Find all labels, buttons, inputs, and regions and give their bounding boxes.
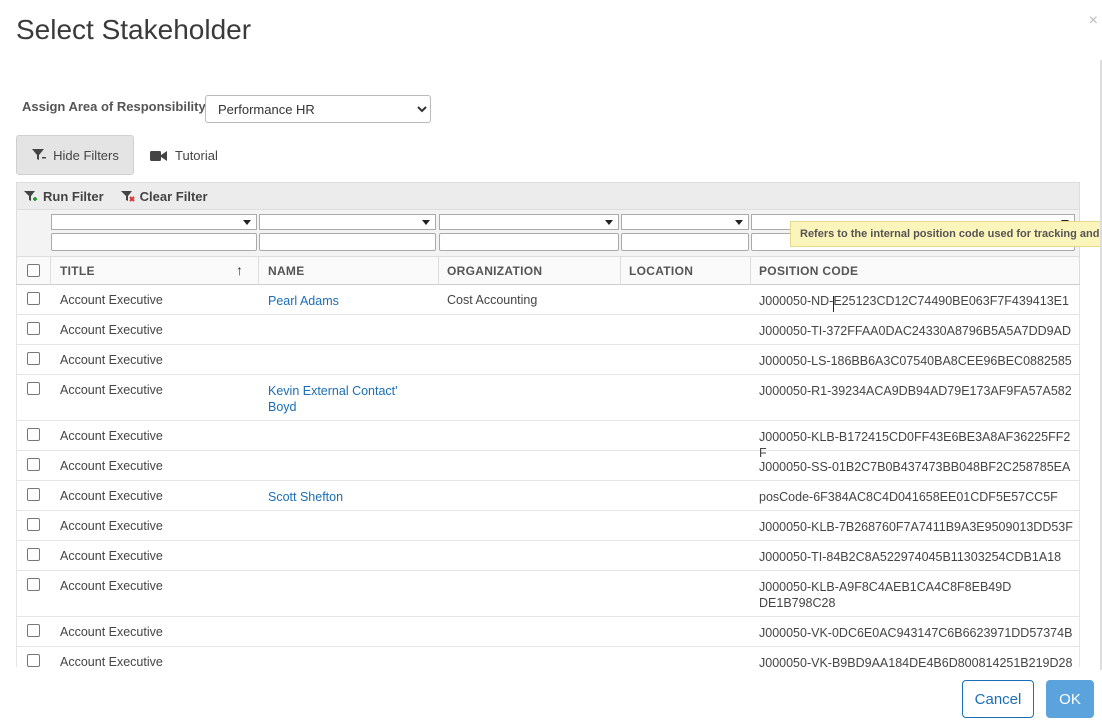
row-title: Account Executive [60,579,163,593]
row-checkbox[interactable] [27,518,40,531]
table-row[interactable]: Account Executive Scott Shefton posCode-… [17,481,1079,511]
row-name-link[interactable]: Pearl Adams [268,293,428,309]
row-checkbox[interactable] [27,488,40,501]
row-title: Account Executive [60,655,163,667]
location-filter-select[interactable] [621,214,749,230]
filter-icon [32,149,47,160]
row-position-code: J000050-VK-0DC6E0AC943147C6B6623971DD573… [759,626,1073,640]
organization-filter-select[interactable] [439,214,619,230]
row-title: Account Executive [60,383,163,397]
row-title: Account Executive [60,549,163,563]
cancel-button[interactable]: Cancel [962,680,1034,718]
table-row[interactable]: Account Executive J000050-LS-186BB6A3C07… [17,345,1079,375]
position-code-tooltip: Refers to the internal position code use… [790,221,1102,247]
row-name-link[interactable]: Scott Shefton [268,489,428,505]
row-checkbox[interactable] [27,624,40,637]
table-row[interactable]: Account Executive J000050-VK-B9BD9AA184D… [17,647,1079,667]
name-filter-input[interactable] [259,233,436,251]
column-header-location[interactable]: LOCATION [629,264,693,278]
row-position-code: J000050-R1-39234ACA9DB94AD79E173AF9FA57A… [759,384,1072,398]
row-title: Account Executive [60,459,163,473]
title-filter-select[interactable] [51,214,257,230]
table-row[interactable]: Account Executive J000050-SS-01B2C7B0B43… [17,451,1079,481]
row-checkbox[interactable] [27,548,40,561]
clear-filter-label: Clear Filter [139,188,208,204]
table-row[interactable]: Account Executive Pearl Adams Cost Accou… [17,285,1079,315]
column-header-title[interactable]: TITLE [60,264,95,278]
tutorial-label: Tutorial [175,148,218,163]
table-row[interactable]: Account Executive J000050-TI-84B2C8A5229… [17,541,1079,571]
clear-filter-button[interactable]: Clear Filter [120,189,208,204]
row-title: Account Executive [60,519,163,533]
row-title: Account Executive [60,323,163,337]
row-position-code: J000050-LS-186BB6A3C07540BA8CEE96BEC0882… [759,354,1072,368]
table-header: TITLE ↑ NAME ORGANIZATION LOCATION POSIT… [16,256,1080,285]
row-position-code: J000050-ND-E25123CD12C74490BE063F7F43941… [759,294,1069,308]
row-position-code: J000050-KLB-A9F8C4AEB1CA4C8F8EB49DDE1B79… [759,580,1012,610]
clear-filter-icon [120,190,135,202]
row-checkbox[interactable] [27,352,40,365]
row-position-code: J000050-VK-B9BD9AA184DE4B6D800814251B219… [759,656,1073,667]
location-filter-input[interactable] [621,233,749,251]
column-header-position-code[interactable]: POSITION CODE [759,264,858,278]
run-filter-label: Run Filter [43,188,104,204]
row-position-code: posCode-6F384AC8C4D041658EE01CDF5E57CC5F [759,490,1058,504]
hide-filters-button[interactable]: Hide Filters [16,135,134,175]
run-filter-icon [24,190,37,201]
row-position-code: J000050-SS-01B2C7B0B437473BB048BF2C25878… [759,460,1071,474]
organization-filter-input[interactable] [439,233,619,251]
run-filter-button[interactable]: Run Filter [23,189,104,204]
row-checkbox[interactable] [27,578,40,591]
close-icon[interactable]: × [1089,12,1098,30]
table-row[interactable]: Account Executive Kevin External Contact… [17,375,1079,421]
row-title: Account Executive [60,353,163,367]
row-checkbox[interactable] [27,654,40,667]
table-row[interactable]: Account Executive J000050-VK-0DC6E0AC943… [17,617,1079,647]
row-title: Account Executive [60,293,163,307]
video-camera-icon [150,150,167,161]
stakeholder-table-body: Account Executive Pearl Adams Cost Accou… [16,285,1080,667]
row-checkbox[interactable] [27,322,40,335]
text-cursor-icon [833,296,836,312]
row-checkbox[interactable] [27,292,40,305]
row-position-code: J000050-TI-372FFAA0DAC24330A8796B5A5A7DD… [759,324,1071,338]
row-title: Account Executive [60,429,163,443]
row-name-link[interactable]: Kevin External Contact' Boyd [268,383,428,415]
aor-label: Assign Area of Responsibility: [22,99,211,114]
table-row[interactable]: Account Executive J000050-KLB-7B268760F7… [17,511,1079,541]
select-all-checkbox[interactable] [27,264,40,277]
hide-filters-label: Hide Filters [53,147,119,163]
filter-toolbar: Run Filter Clear Filter [16,182,1080,210]
table-row[interactable]: Account Executive J000050-KLB-A9F8C4AEB1… [17,571,1079,617]
row-checkbox[interactable] [27,382,40,395]
row-checkbox[interactable] [27,428,40,441]
row-title: Account Executive [60,625,163,639]
row-position-code: J000050-KLB-7B268760F7A7411B9A3E9509013D… [759,520,1073,534]
name-filter-select[interactable] [259,214,436,230]
table-row[interactable]: Account Executive J000050-TI-372FFAA0DAC… [17,315,1079,345]
dialog-title: Select Stakeholder [16,14,252,45]
column-header-name[interactable]: NAME [268,264,305,278]
column-header-organization[interactable]: ORGANIZATION [447,264,542,278]
row-title: Account Executive [60,489,163,503]
title-filter-input[interactable] [51,233,257,251]
tutorial-button[interactable]: Tutorial [150,148,218,163]
aor-select[interactable]: Performance HR [205,95,431,123]
ok-button[interactable]: OK [1046,680,1094,718]
sort-ascending-icon: ↑ [236,262,243,278]
row-position-code: J000050-TI-84B2C8A522974045B11303254CDB1… [759,550,1062,564]
row-checkbox[interactable] [27,458,40,471]
table-row[interactable]: Account Executive J000050-KLB-B172415CD0… [17,421,1079,460]
row-organization: Cost Accounting [447,293,538,307]
